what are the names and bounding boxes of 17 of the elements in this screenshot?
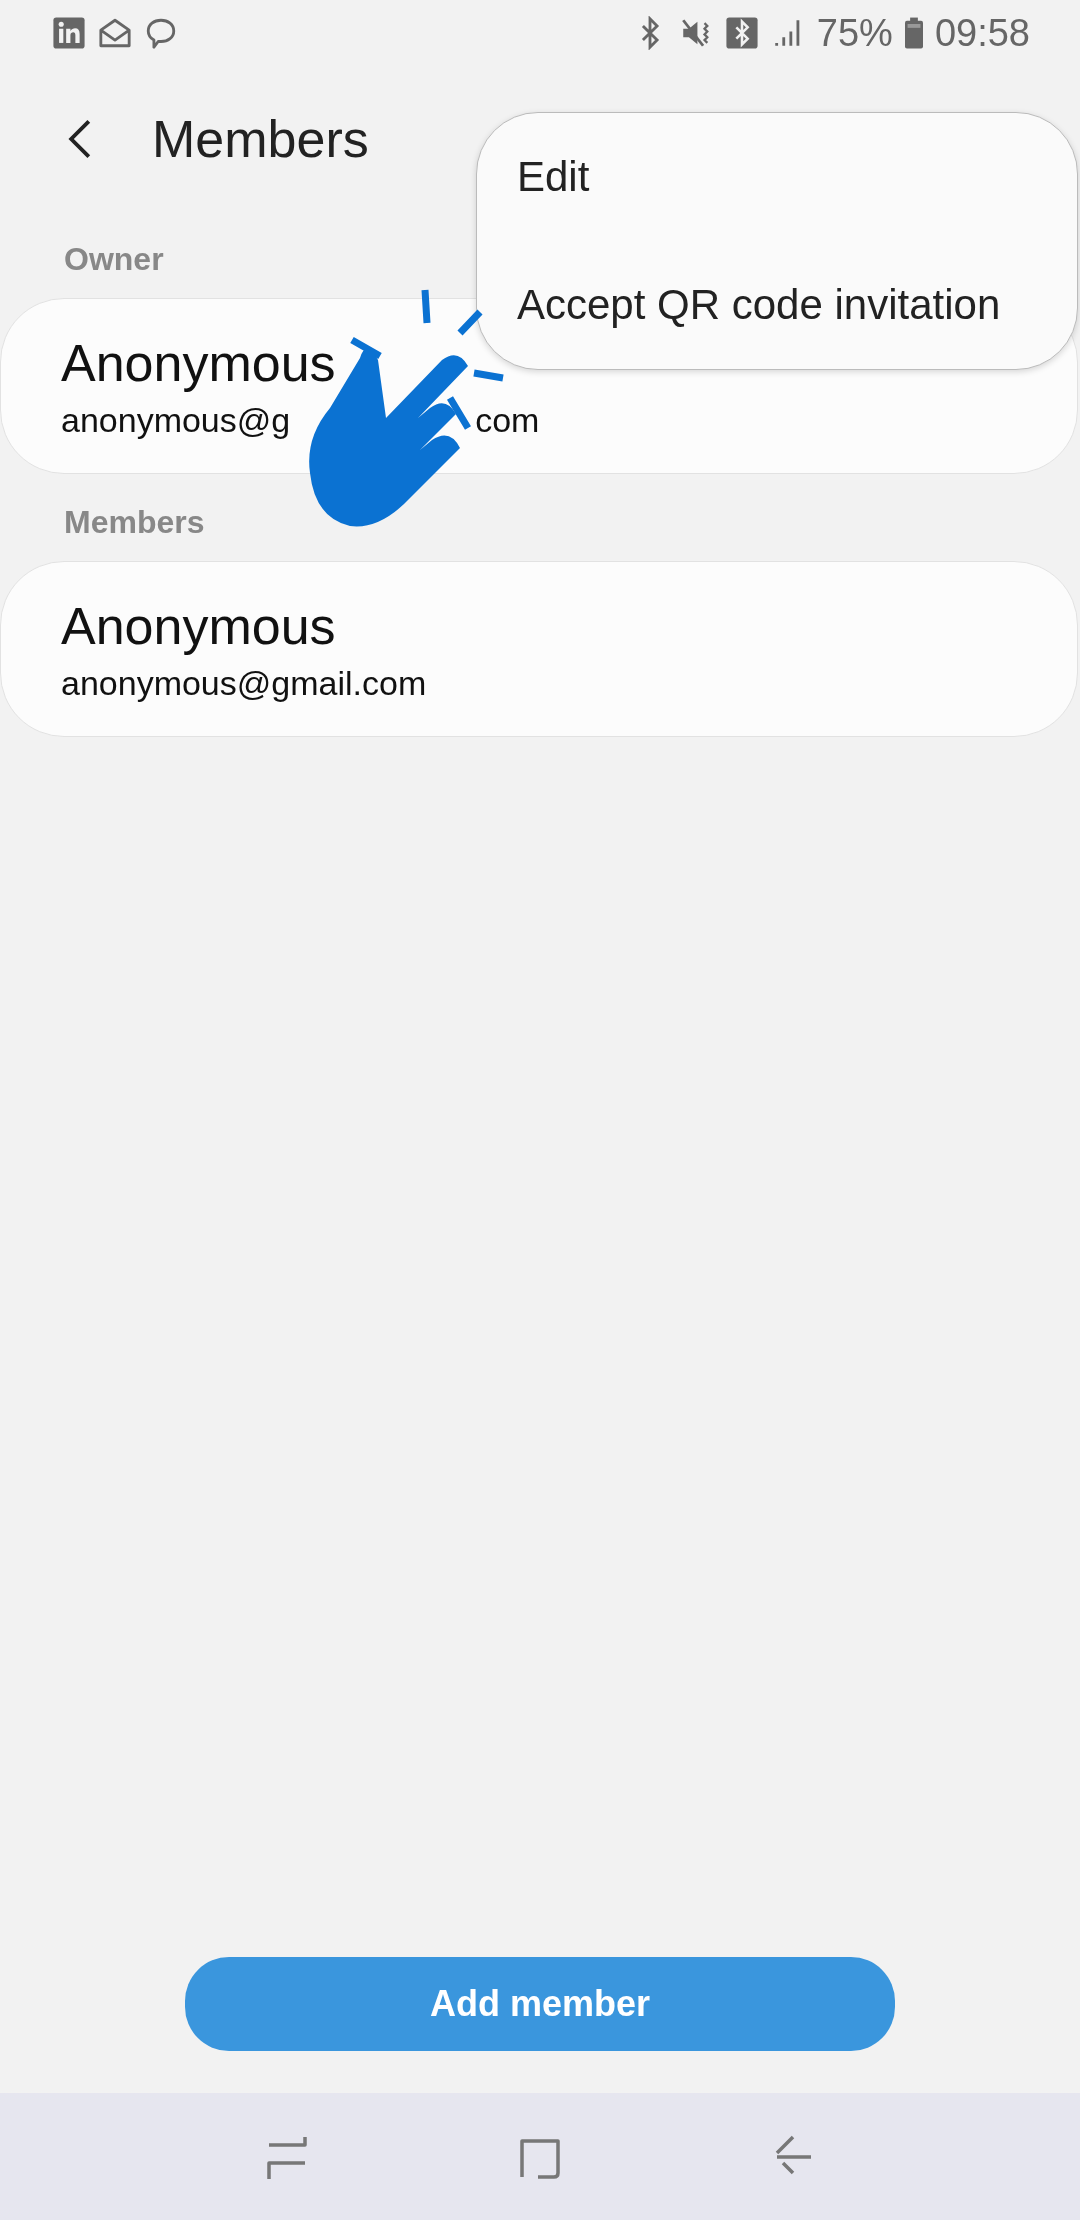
clock: 09:58: [934, 11, 1030, 55]
menu-item[interactable]: Edit: [517, 153, 1057, 201]
battery-icon: [904, 17, 923, 49]
member-email: anonymous@gmail.com: [61, 663, 427, 703]
member-email: anonymous@g: [61, 400, 291, 440]
page-title: Members: [152, 108, 369, 169]
bluetooth-icon: [724, 16, 759, 50]
chat-bubble-icon: [144, 16, 178, 50]
section-label: Owner: [63, 240, 165, 279]
section-label: Members: [63, 503, 206, 542]
battery-percent: 75%: [816, 11, 893, 55]
member-email: com: [475, 400, 540, 440]
linkedin-icon: [52, 16, 86, 50]
member-name: Anonymous: [61, 332, 337, 393]
mail-icon: [98, 16, 132, 50]
member-name: Anonymous: [61, 595, 337, 656]
member-card[interactable]: Anonymous anonymous@gmail.com: [0, 561, 1078, 737]
